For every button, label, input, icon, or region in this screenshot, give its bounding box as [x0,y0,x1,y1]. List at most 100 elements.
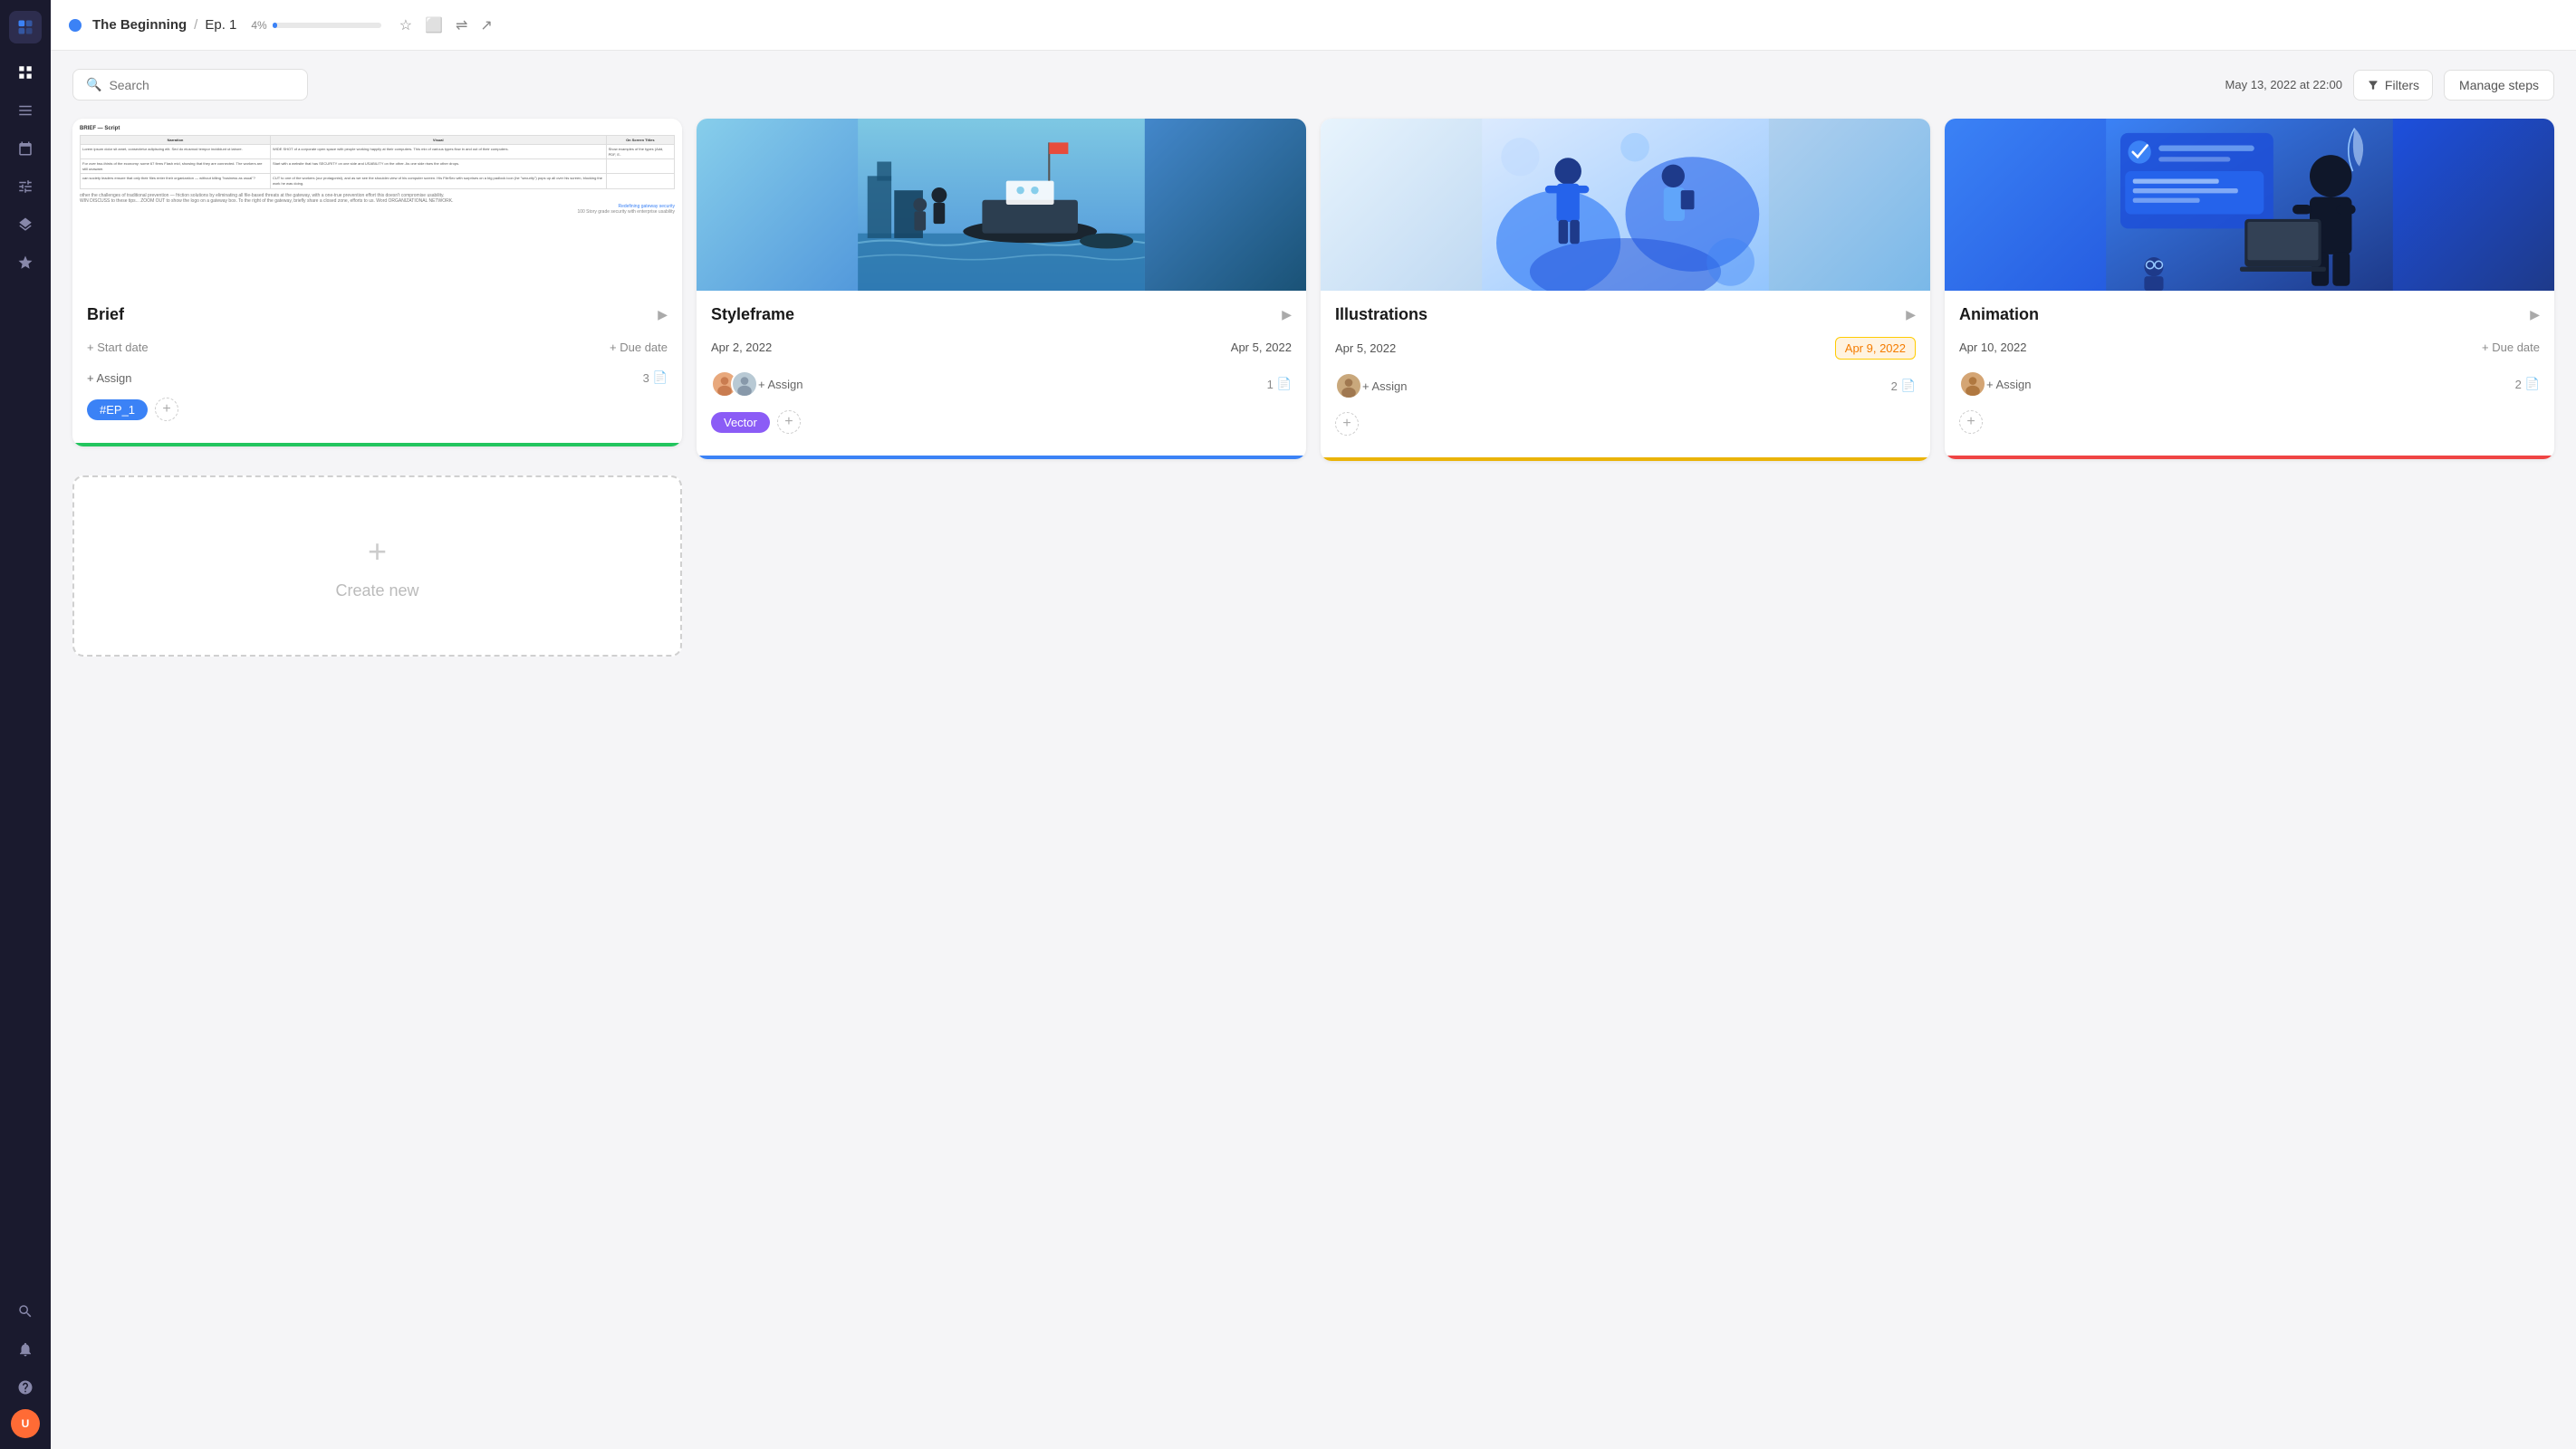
animation-avatar-group [1959,370,1979,398]
illustrations-tag-add[interactable]: + [1335,412,1359,436]
sidebar-icon-star[interactable] [9,246,42,279]
brief-due-date-btn[interactable]: + Due date [610,337,668,358]
breadcrumb-separator: / [194,17,197,33]
screen-icon[interactable]: ⬜ [425,16,443,34]
user-avatar[interactable]: U [11,1409,40,1438]
card-illustrations-body: Illustrations ▶ Apr 5, 2022 Apr 9, 2022 [1321,291,1930,450]
animation-avatar-1 [1959,370,1986,398]
app-logo[interactable] [9,11,42,43]
brief-assign-count: 3 📄 [643,370,668,385]
card-illustrations-menu-icon[interactable]: ▶ [1906,307,1916,322]
search-box[interactable]: 🔍 [72,69,308,101]
illustrations-count-number: 2 [1891,379,1898,393]
animation-count-number: 2 [2515,378,2522,391]
styleframe-tag-vector[interactable]: Vector [711,412,770,433]
sidebar-icon-sliders[interactable] [9,170,42,203]
brief-count-icon: 📄 [653,370,668,385]
project-name[interactable]: The Beginning [92,17,187,33]
sidebar-icon-help[interactable] [9,1371,42,1404]
brief-illustration: BRIEF — Script Narration Visual On Scree… [72,119,682,291]
styleframe-assign-count: 1 📄 [1267,377,1292,391]
main-area: The Beginning / Ep. 1 4% ☆ ⬜ ⇌ ↗ 🔍 May 1… [51,0,2576,1449]
card-brief-bottom-bar [72,443,682,446]
project-dot [69,19,82,32]
card-illustrations-assign-row: + Assign 2 📄 [1335,372,1916,399]
illustrations-assign-left: + Assign [1335,372,1408,399]
brief-start-date-btn[interactable]: + Start date [87,337,149,358]
illustrations-due-date-btn[interactable]: Apr 9, 2022 [1835,337,1916,360]
sidebar-icon-calendar[interactable] [9,132,42,165]
brief-assign-left: + Assign [87,371,132,385]
animation-tag-add[interactable]: + [1959,410,1983,434]
illustrations-assign-count: 2 📄 [1891,379,1916,393]
illustrations-count-icon: 📄 [1901,379,1916,393]
illustrations-assign-btn[interactable]: + Assign [1362,379,1408,393]
animation-assign-left: + Assign [1959,370,2032,398]
animation-start-date-btn[interactable]: Apr 10, 2022 [1959,337,2026,358]
filters-button[interactable]: Filters [2353,70,2433,101]
styleframe-due-date-btn[interactable]: Apr 5, 2022 [1231,337,1292,358]
manage-steps-button[interactable]: Manage steps [2444,70,2554,101]
card-animation-tags: + [1959,410,2540,434]
card-styleframe-bottom-bar [697,456,1306,459]
styleframe-illustration [697,119,1306,291]
card-brief-assign-row: + Assign 3 📄 [87,370,668,385]
sidebar-icon-search[interactable] [9,1295,42,1328]
card-animation-menu-icon[interactable]: ▶ [2530,307,2540,322]
illustrations-avatar-group [1335,372,1355,399]
card-animation-body: Animation ▶ Apr 10, 2022 + Due date [1945,291,2554,448]
card-styleframe-image [697,119,1306,291]
animation-assign-btn[interactable]: + Assign [1986,378,2032,391]
card-animation-bottom-bar [1945,456,2554,459]
animation-count-icon: 📄 [2525,377,2540,391]
animation-illustration [1945,119,2554,291]
card-illustrations-bottom-bar [1321,457,1930,461]
illustrations-start-date-btn[interactable]: Apr 5, 2022 [1335,337,1396,360]
card-illustrations-image [1321,119,1930,291]
brief-assign-btn[interactable]: + Assign [87,371,132,385]
cards-grid: BRIEF — Script Narration Visual On Scree… [72,119,2554,657]
card-illustrations-title: Illustrations [1335,305,1427,324]
filters-label: Filters [2385,78,2419,92]
sidebar-icon-layers[interactable] [9,208,42,241]
card-illustrations: Illustrations ▶ Apr 5, 2022 Apr 9, 2022 [1321,119,1930,461]
breadcrumb: The Beginning / Ep. 1 [92,17,236,33]
card-illustrations-tags: + [1335,412,1916,436]
brief-tag-add[interactable]: + [155,398,178,421]
card-illustrations-title-row: Illustrations ▶ [1335,305,1916,324]
create-plus-icon: + [368,533,387,571]
episode-name[interactable]: Ep. 1 [205,17,236,33]
sidebar-icon-list[interactable] [9,94,42,127]
styleframe-tag-add[interactable]: + [777,410,801,434]
styleframe-assign-btn[interactable]: + Assign [758,378,803,391]
toolbar: 🔍 May 13, 2022 at 22:00 Filters Manage s… [72,69,2554,101]
card-brief-title-row: Brief ▶ [87,305,668,324]
create-new-card[interactable]: + Create new [72,475,682,657]
illustrations-illustration [1321,119,1930,291]
content-area: 🔍 May 13, 2022 at 22:00 Filters Manage s… [51,51,2576,1449]
styleframe-start-date-btn[interactable]: Apr 2, 2022 [711,337,772,358]
card-animation-assign-row: + Assign 2 📄 [1959,370,2540,398]
sidebar-icon-grid[interactable] [9,56,42,89]
card-brief: BRIEF — Script Narration Visual On Scree… [72,119,682,446]
toolbar-date: May 13, 2022 at 22:00 [2225,78,2342,91]
card-animation-image [1945,119,2554,291]
search-input[interactable] [109,78,294,92]
illustrations-avatar-1 [1335,372,1362,399]
progress-percent: 4% [251,19,266,32]
progress-section: 4% [251,19,380,32]
brief-tag-ep1[interactable]: #EP_1 [87,399,148,420]
sliders-icon[interactable]: ⇌ [456,16,467,34]
animation-due-date-btn[interactable]: + Due date [2482,337,2540,358]
star-icon[interactable]: ☆ [399,16,412,34]
card-brief-menu-icon[interactable]: ▶ [658,307,668,322]
card-styleframe-assign-row: + Assign 1 📄 [711,370,1292,398]
card-animation-title-row: Animation ▶ [1959,305,2540,324]
progress-fill [273,23,277,28]
sidebar-icon-bell[interactable] [9,1333,42,1366]
share-icon[interactable]: ↗ [480,16,492,34]
card-styleframe-title-row: Styleframe ▶ [711,305,1292,324]
card-styleframe-menu-icon[interactable]: ▶ [1282,307,1292,322]
progress-bar [273,23,381,28]
card-styleframe-title: Styleframe [711,305,794,324]
